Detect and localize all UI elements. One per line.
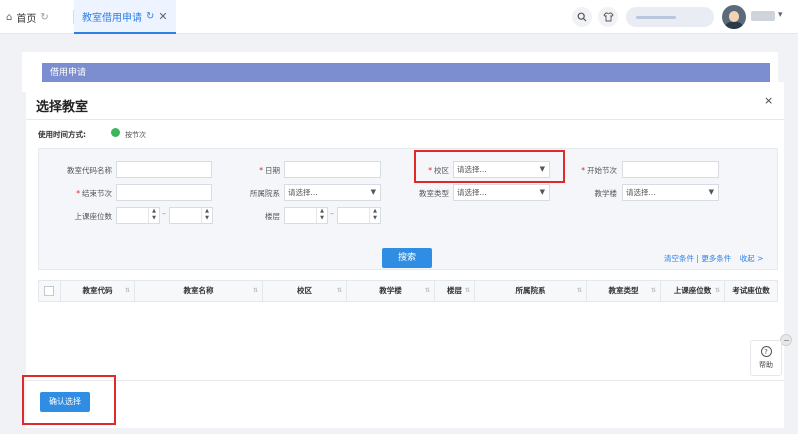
room-type-select[interactable]: 请选择... ▼ (453, 184, 550, 201)
col-class-seats[interactable]: 上课座位数 ⇅ (661, 281, 725, 301)
sort-icon: ⇅ (252, 287, 258, 294)
avatar-body (725, 22, 743, 29)
chevron-down-icon[interactable]: ▾ (778, 10, 783, 20)
room-table-header: 教室代码 ⇅ 教室名称 ⇅ 校区 ⇅ 教学楼 ⇅ 楼层 ⇅ 所属院系 ⇅ 教室类型 ⇅ 上课座… (38, 280, 778, 302)
question-icon: ? (760, 346, 772, 357)
highlight-confirm-box (22, 375, 116, 425)
close-icon[interactable]: ✕ (158, 10, 167, 23)
filter-links: 清空条件 | 更多条件 收起 > (664, 253, 763, 264)
avatar[interactable] (722, 5, 746, 29)
col-exam-seats[interactable]: 考试座位数 (725, 281, 777, 301)
page-header-bar: 借用申请 (42, 63, 770, 83)
tab-home-label: 首页 (16, 13, 37, 25)
stepper-icon: ▲ ▼ (316, 208, 327, 223)
col-floor[interactable]: 楼层 ⇅ (435, 281, 475, 301)
col-room-type[interactable]: 教室类型 ⇅ (587, 281, 661, 301)
room-code-input[interactable] (116, 161, 212, 178)
clear-conditions-link[interactable]: 清空条件 (664, 254, 694, 263)
department-label: 所属院系 (250, 189, 280, 198)
floor-min-input[interactable]: ▲ ▼ (284, 207, 328, 224)
end-period-label: * 结束节次 (76, 189, 112, 198)
search-button[interactable]: 搜索 (382, 248, 432, 268)
help-button[interactable]: ? 帮助 (750, 340, 782, 376)
col-campus[interactable]: 校区 ⇅ (263, 281, 347, 301)
footer-divider (26, 380, 784, 381)
link-separator: | (696, 254, 699, 263)
time-mode-label: 使用时间方式: (38, 130, 86, 139)
stepper-icon: ▲ ▼ (148, 208, 159, 223)
date-input[interactable] (284, 161, 381, 178)
sort-icon: ⇅ (650, 287, 656, 294)
caret-down-icon: ▼ (708, 188, 714, 196)
department-select[interactable]: 请选择... ▼ (284, 184, 381, 201)
refresh-icon[interactable]: ↻ (146, 11, 154, 22)
shirt-icon[interactable] (598, 7, 618, 27)
tab-home[interactable]: ⌂ 首页 ↻ (6, 0, 49, 34)
highlight-campus-box (414, 150, 565, 183)
redacted-text (636, 16, 676, 19)
building-select[interactable]: 请选择... ▼ (622, 184, 719, 201)
range-dash: – (330, 209, 334, 218)
top-bar: ⌂ 首页 ↻ 教室借用申请 ↻ ✕ ▾ (0, 0, 798, 34)
col-department[interactable]: 所属院系 ⇅ (475, 281, 587, 301)
col-room-name[interactable]: 教室名称 ⇅ (135, 281, 263, 301)
search-icon[interactable] (572, 7, 592, 27)
floor-max-input[interactable]: ▲ ▼ (337, 207, 381, 224)
sort-icon: ⇅ (124, 287, 130, 294)
col-building[interactable]: 教学楼 ⇅ (347, 281, 435, 301)
stepper-icon: ▲ ▼ (369, 208, 380, 223)
building-label: 教学楼 (594, 189, 618, 198)
avatar-face (729, 11, 739, 22)
radio-by-period-label: 按节次 (125, 131, 146, 139)
redacted-username[interactable] (751, 11, 775, 21)
more-conditions-link[interactable]: 更多条件 (701, 254, 731, 263)
sort-icon: ⇅ (464, 287, 470, 294)
end-period-input[interactable] (116, 184, 212, 201)
collapse-link[interactable]: 收起 > (740, 254, 764, 263)
floor-label: 楼层 (265, 212, 280, 221)
modal-divider (26, 119, 784, 120)
tab-room-borrow-label: 教室借用申请 (82, 12, 142, 24)
date-label: * 日期 (259, 166, 280, 175)
close-icon[interactable]: × (764, 94, 773, 107)
sort-icon: ⇅ (714, 287, 720, 294)
sort-icon: ⇅ (424, 287, 430, 294)
home-icon: ⌂ (6, 11, 13, 23)
room-code-label: 教室代码名称 (67, 166, 112, 175)
range-dash: – (162, 209, 166, 218)
seats-min-input[interactable]: ▲ ▼ (116, 207, 160, 224)
sort-icon: ⇅ (336, 287, 342, 294)
refresh-icon[interactable]: ↻ (40, 12, 48, 23)
modal-title: 选择教室 (36, 100, 89, 115)
tab-room-borrow[interactable]: 教室借用申请 ↻ ✕ (74, 0, 176, 34)
start-period-input[interactable] (622, 161, 719, 178)
room-type-label: 教室类型 (419, 189, 449, 198)
sort-icon: ⇅ (576, 287, 582, 294)
select-all-checkbox[interactable] (44, 286, 54, 296)
help-label: 帮助 (759, 361, 773, 369)
user-info-pill[interactable] (626, 7, 714, 27)
col-room-code[interactable]: 教室代码 ⇅ (61, 281, 135, 301)
radio-by-period[interactable] (111, 128, 120, 137)
seats-label: 上课座位数 (74, 212, 113, 221)
